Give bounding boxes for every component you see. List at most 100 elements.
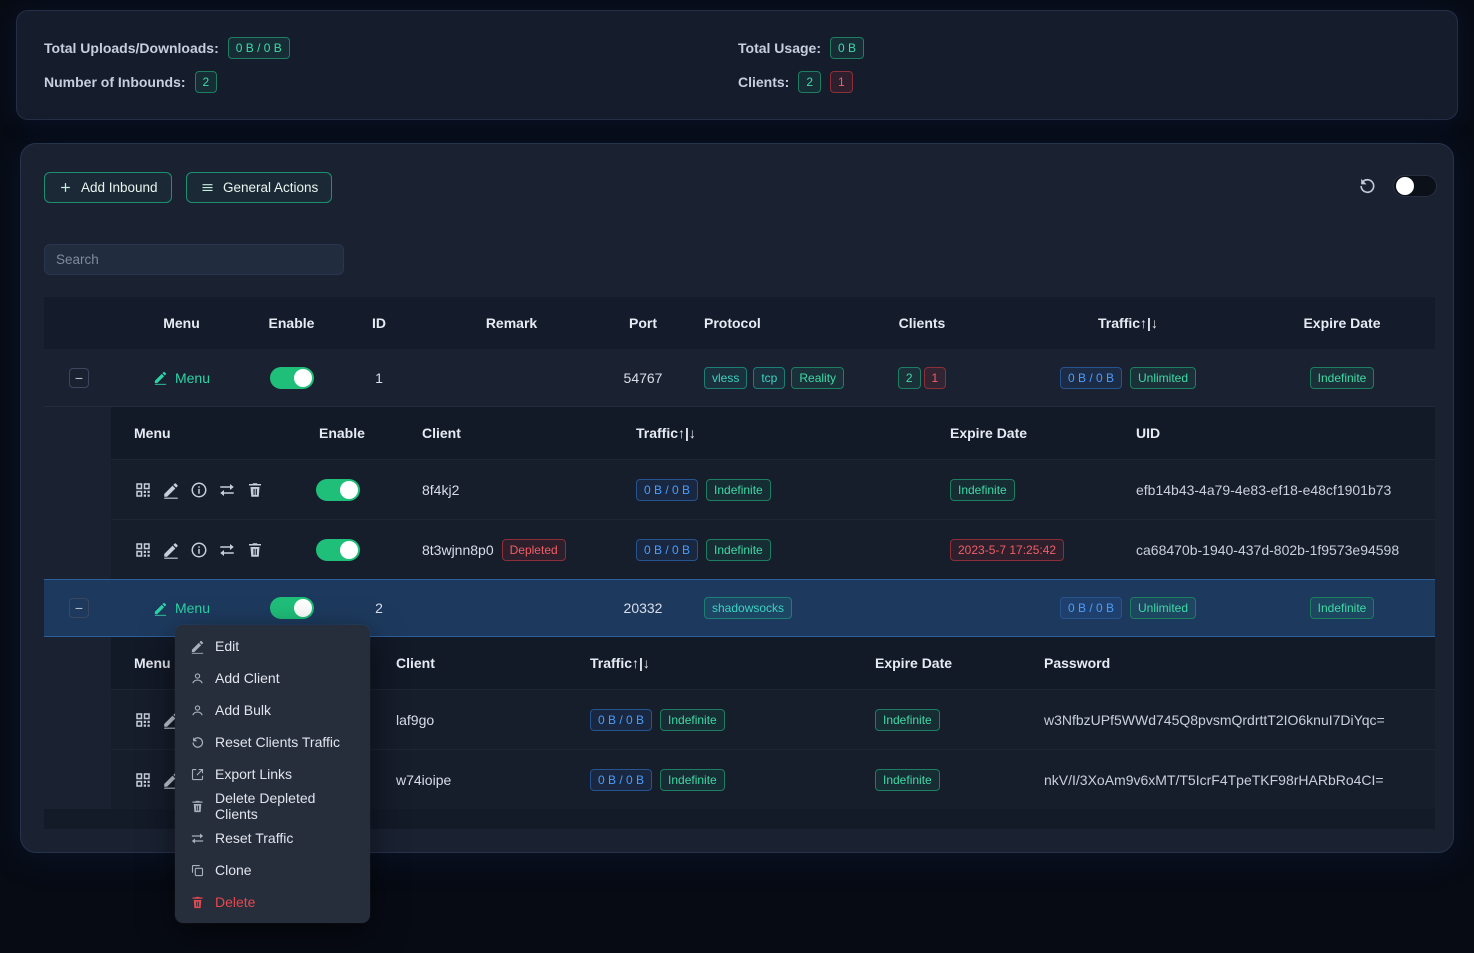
client-password: nkV/I/3XoAm9v6xMT/T5IcrF4TpeTKF98rHARbRo… (1021, 772, 1435, 788)
info-icon[interactable] (190, 541, 208, 559)
menu-item-clone[interactable]: Clone (175, 854, 370, 886)
stat-inbounds-label: Number of Inbounds: (44, 74, 186, 90)
add-inbound-button[interactable]: Add Inbound (44, 172, 172, 203)
subheader-client: Client (373, 655, 567, 671)
menu-item-delete-depleted-clients[interactable]: Delete Depleted Clients (175, 790, 370, 822)
reset-traffic-icon[interactable] (218, 481, 236, 499)
client-row: 8t3wjnn8p0 Depleted 0 B / 0 B Indefinite… (111, 519, 1435, 579)
stat-number-of-inbounds: Number of Inbounds: 2 (44, 65, 738, 99)
client-expire-badge: Indefinite (875, 709, 940, 731)
traffic-limit-badge: Unlimited (1130, 597, 1196, 619)
refresh-icon[interactable] (1357, 176, 1377, 196)
collapse-row-button[interactable]: − (69, 368, 89, 388)
clients-active-badge: 2 (898, 367, 921, 389)
header-port: Port (599, 315, 687, 331)
traffic-badge: 0 B / 0 B (1060, 597, 1122, 619)
subheader-traffic[interactable]: Traffic↑|↓ (613, 425, 927, 441)
reset-traffic-icon[interactable] (218, 541, 236, 559)
expire-badge: Indefinite (1310, 597, 1375, 619)
stat-clients-active-badge: 2 (798, 71, 821, 93)
reset-clients-traffic-icon (190, 735, 205, 750)
menu-item-reset-traffic[interactable]: Reset Traffic (175, 822, 370, 854)
edit-client-icon[interactable] (162, 481, 180, 499)
qrcode-icon[interactable] (134, 481, 152, 499)
subheader-expire-date: Expire Date (927, 425, 1113, 441)
client-traffic-badge: 0 B / 0 B (590, 769, 652, 791)
delete-client-icon[interactable] (246, 541, 264, 559)
inbound-id: 2 (334, 600, 424, 616)
traffic-badge: 0 B / 0 B (1060, 367, 1122, 389)
subheader-password: Password (1021, 655, 1435, 671)
row-menu-label: Menu (175, 370, 210, 386)
qrcode-icon[interactable] (134, 771, 152, 789)
collapse-row-button[interactable]: − (69, 598, 89, 618)
edit-client-icon[interactable] (162, 541, 180, 559)
protocol-badge: vless (704, 367, 747, 389)
client-expire-badge: Indefinite (950, 479, 1015, 501)
qrcode-icon[interactable] (134, 711, 152, 729)
client-traffic-badge: 0 B / 0 B (636, 479, 698, 501)
search-input[interactable] (44, 244, 344, 275)
delete-client-icon[interactable] (246, 481, 264, 499)
client-uid: ca68470b-1940-437d-802b-1f9573e94598 (1113, 542, 1435, 558)
subheader-client: Client (399, 425, 613, 441)
stats-card: Total Uploads/Downloads: 0 B / 0 B Total… (16, 10, 1458, 120)
row-menu-button[interactable]: Menu (153, 370, 210, 386)
qrcode-icon[interactable] (134, 541, 152, 559)
client-traffic-limit-badge: Indefinite (706, 539, 771, 561)
menu-item-edit[interactable]: Edit (175, 630, 370, 662)
subheader-traffic[interactable]: Traffic↑|↓ (567, 655, 852, 671)
enable-toggle[interactable] (270, 597, 314, 619)
subtable-header-row: Menu Enable Client Traffic↑|↓ Expire Dat… (111, 407, 1435, 459)
enable-toggle[interactable] (270, 367, 314, 389)
stat-inbounds-value-badge: 2 (195, 71, 218, 93)
depleted-status-badge: Depleted (502, 539, 566, 561)
client-name: laf9go (373, 712, 567, 728)
plus-icon (58, 180, 73, 195)
general-actions-button[interactable]: General Actions (186, 172, 332, 203)
edit-pencil-icon (153, 370, 168, 385)
menu-item-add-bulk[interactable]: Add Bulk (175, 694, 370, 726)
client-expire-badge: 2023-5-7 17:25:42 (950, 539, 1064, 561)
client-traffic-limit-badge: Indefinite (660, 709, 725, 731)
client-traffic-limit-badge: Indefinite (706, 479, 771, 501)
traffic-limit-badge: Unlimited (1130, 367, 1196, 389)
info-icon[interactable] (190, 481, 208, 499)
subheader-expire-date: Expire Date (852, 655, 1021, 671)
header-expire-date: Expire Date (1249, 315, 1435, 331)
protocol-badge: shadowsocks (704, 597, 792, 619)
delete-icon (190, 895, 205, 910)
stat-uploads-value-badge: 0 B / 0 B (228, 37, 290, 59)
header-protocol: Protocol (687, 315, 837, 331)
add-bulk-icon (190, 703, 205, 718)
clients-depleted-badge: 1 (924, 367, 947, 389)
edit-pencil-icon (153, 601, 168, 616)
inbound-context-menu: Edit Add Client Add Bulk Reset Clients T… (175, 625, 370, 923)
inbound-port: 54767 (599, 370, 687, 386)
theme-toggle[interactable] (1393, 175, 1437, 197)
stat-usage-value-badge: 0 B (830, 37, 864, 59)
stat-total-uploads-downloads: Total Uploads/Downloads: 0 B / 0 B (44, 31, 738, 65)
menu-item-reset-clients-traffic[interactable]: Reset Clients Traffic (175, 726, 370, 758)
menu-item-add-client[interactable]: Add Client (175, 662, 370, 694)
client-enable-toggle[interactable] (316, 479, 360, 501)
header-traffic[interactable]: Traffic↑|↓ (1007, 315, 1249, 331)
stat-uploads-label: Total Uploads/Downloads: (44, 40, 219, 56)
client-traffic-badge: 0 B / 0 B (590, 709, 652, 731)
edit-icon (190, 639, 205, 654)
protocol-badge: tcp (753, 367, 785, 389)
client-name: w74ioipe (373, 772, 567, 788)
hamburger-icon (200, 180, 215, 195)
table-header-row: Menu Enable ID Remark Port Protocol Clie… (44, 297, 1435, 349)
row-menu-button[interactable]: Menu (153, 600, 210, 616)
menu-item-export-links[interactable]: Export Links (175, 758, 370, 790)
header-remark: Remark (424, 315, 599, 331)
stat-clients-label: Clients: (738, 74, 789, 90)
client-enable-toggle[interactable] (316, 539, 360, 561)
expire-badge: Indefinite (1310, 367, 1375, 389)
menu-item-delete[interactable]: Delete (175, 886, 370, 918)
client-traffic-badge: 0 B / 0 B (636, 539, 698, 561)
client-name: 8t3wjnn8p0 (422, 542, 494, 558)
export-links-icon (190, 767, 205, 782)
general-actions-label: General Actions (223, 180, 318, 195)
